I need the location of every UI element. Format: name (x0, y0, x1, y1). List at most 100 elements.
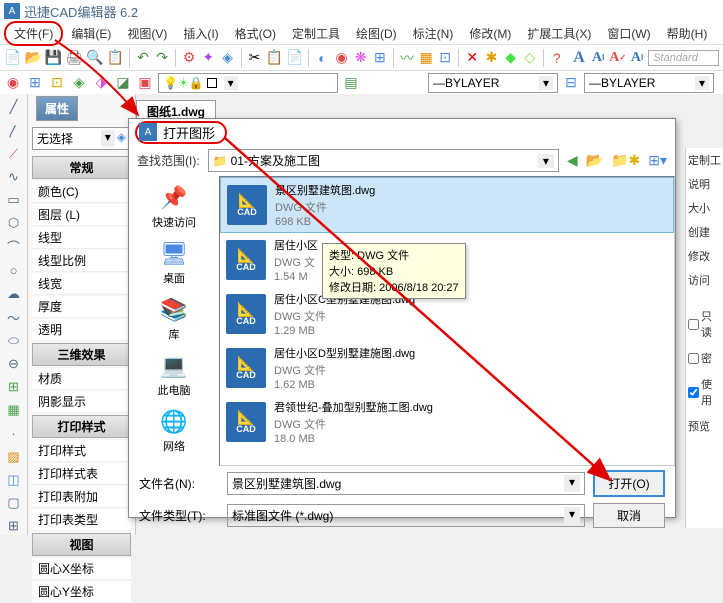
prop-transparency[interactable]: 透明 (32, 319, 131, 341)
copy-icon[interactable]: 📋 (266, 49, 283, 67)
erase-icon[interactable]: 〰 (399, 49, 415, 67)
font-a3-icon[interactable]: A✓ (609, 49, 626, 67)
prop-lineweight[interactable]: 线宽 (32, 273, 131, 295)
prop-plottype[interactable]: 打印表类型 (32, 509, 131, 531)
readonly-checkbox[interactable]: 只读 (686, 304, 723, 344)
place-net[interactable]: 🌐 网络 (156, 408, 192, 454)
file-item[interactable]: CAD 居住小区D型别墅建施图.dwg DWG 文件 1.62 MB (220, 341, 674, 395)
redo-icon[interactable]: ↷ (154, 49, 170, 67)
hatch-icon[interactable]: ▨ (5, 448, 23, 465)
prop-plotstyle[interactable]: 打印样式 (32, 440, 131, 462)
prop-thickness[interactable]: 厚度 (32, 296, 131, 318)
place-pc[interactable]: 💻 此电脑 (156, 352, 192, 398)
tool10-icon[interactable]: ◆ (503, 49, 519, 67)
tool4-icon[interactable]: ◉ (334, 49, 350, 67)
prop-plottable[interactable]: 打印样式表 (32, 463, 131, 485)
undo-icon[interactable]: ↶ (135, 49, 151, 67)
layer-i8[interactable]: ▤ (342, 74, 360, 92)
tool8-icon[interactable]: ⊡ (437, 49, 453, 67)
filetype-combo[interactable]: 标准图文件 (*.dwg) ▾ (227, 504, 585, 527)
font-a1-icon[interactable]: A (571, 49, 587, 67)
cloud-icon[interactable]: ☁ (5, 285, 23, 302)
table-icon[interactable]: ⊞ (5, 518, 23, 535)
prop-centery[interactable]: 圆心Y坐标 (32, 581, 131, 603)
menu-help[interactable]: 帮助(H) (659, 23, 716, 44)
lookin-combo[interactable]: 📁 01-方案及施工图 ▾ (208, 149, 559, 172)
file-item[interactable]: CAD 君领世纪-叠加型别墅施工图.dwg DWG 文件 18.0 MB (220, 395, 674, 449)
menu-ext[interactable]: 扩展工具(X) (519, 23, 599, 44)
file-item[interactable]: CAD 景区别墅建筑图.dwg DWG 文件 698 KB (220, 177, 674, 233)
save-icon[interactable]: 💾 (45, 49, 62, 67)
layer-i4[interactable]: ◈ (70, 74, 88, 92)
circle-icon[interactable]: ○ (5, 262, 23, 279)
layer-i1[interactable]: ◉ (4, 74, 22, 92)
gradient-icon[interactable]: ◫ (5, 471, 23, 488)
block-icon[interactable]: ▦ (5, 402, 23, 419)
nav-back-icon[interactable]: ◀ (567, 152, 578, 169)
preview-icon[interactable]: 🔍 (86, 49, 103, 67)
arc-icon[interactable]: ⟋ (5, 145, 23, 162)
lineweight-combo[interactable]: — BYLAYER ▾ (584, 73, 714, 93)
tool9-icon[interactable]: ✱ (483, 49, 499, 67)
linetype-combo[interactable]: — BYLAYER ▾ (428, 73, 558, 93)
prop-centerx[interactable]: 圆心X坐标 (32, 558, 131, 580)
prop-plotattach[interactable]: 打印表附加 (32, 486, 131, 508)
prop-shadow[interactable]: 阴影显示 (32, 391, 131, 413)
settings-icon[interactable]: ⚙ (181, 49, 197, 67)
cancel-button[interactable]: 取消 (593, 503, 665, 528)
tool6-icon[interactable]: ⊞ (372, 49, 388, 67)
menu-insert[interactable]: 插入(I) (175, 23, 226, 44)
use-checkbox[interactable]: 使用 (686, 372, 723, 412)
print-icon[interactable]: 🖨 (65, 49, 83, 67)
open-button[interactable]: 打开(O) (593, 470, 665, 497)
menu-view[interactable]: 视图(V) (119, 23, 175, 44)
arc2-icon[interactable]: ⌒ (5, 238, 23, 256)
paste-icon[interactable]: 📄 (286, 49, 303, 67)
nav-new-icon[interactable]: 📁✱ (611, 152, 640, 169)
ellipse-arc-icon[interactable]: ⊖ (5, 356, 23, 373)
menu-annotate[interactable]: 标注(N) (405, 23, 462, 44)
nav-up-icon[interactable]: 📂 (586, 152, 603, 169)
menu-draw[interactable]: 绘图(D) (348, 23, 405, 44)
place-quick[interactable]: 📌 快速访问 (152, 184, 196, 230)
help-icon[interactable]: ? (549, 49, 565, 67)
insert-icon[interactable]: ⊞ (5, 379, 23, 396)
close-icon[interactable]: ✕ (464, 49, 480, 67)
tool2-icon[interactable]: ◈ (219, 49, 235, 67)
layer-i2[interactable]: ⊞ (26, 74, 44, 92)
tool1-icon[interactable]: ✦ (200, 49, 216, 67)
export-icon[interactable]: 📋 (107, 49, 124, 67)
properties-tab[interactable]: 属性 (36, 96, 78, 121)
place-lib[interactable]: 📚 库 (156, 296, 192, 342)
ellipse-icon[interactable]: ⬭ (5, 332, 23, 349)
font-a4-icon[interactable]: AI (629, 49, 645, 67)
prop-material[interactable]: 材质 (32, 368, 131, 390)
rectangle-icon[interactable]: ▭ (5, 192, 23, 209)
menu-edit[interactable]: 编辑(E) (63, 23, 119, 44)
layer-color-combo[interactable]: 💡☀🔒 ▾ (158, 73, 338, 93)
dense-checkbox[interactable]: 密 (686, 346, 723, 370)
file-list[interactable]: CAD 景区别墅建筑图.dwg DWG 文件 698 KB CAD 居住小区 D… (219, 176, 675, 466)
spline-icon[interactable]: ∿ (5, 168, 23, 185)
layer-i9[interactable]: ⊟ (562, 74, 580, 92)
prop-ltscale[interactable]: 线型比例 (32, 250, 131, 272)
tool3-icon[interactable]: ◐ (314, 49, 330, 67)
tool7-icon[interactable]: ▦ (418, 49, 434, 67)
layer-i5[interactable]: ⬗ (92, 74, 110, 92)
menu-window[interactable]: 窗口(W) (599, 23, 658, 44)
line-icon[interactable]: ╱ (5, 98, 23, 115)
prop-color[interactable]: 颜色(C) (32, 181, 131, 203)
layer-i3[interactable]: ⊡ (48, 74, 66, 92)
layer-i6[interactable]: ◪ (114, 74, 132, 92)
tool5-icon[interactable]: ❋ (353, 49, 369, 67)
font-a2-icon[interactable]: AI (590, 49, 606, 67)
prop-layer[interactable]: 图层 (L) (32, 204, 131, 226)
layer-i7[interactable]: ▣ (136, 74, 154, 92)
menu-file[interactable]: 文件(F) (4, 21, 63, 46)
menu-format[interactable]: 格式(O) (227, 23, 284, 44)
polygon-icon[interactable]: ⬡ (5, 215, 23, 232)
prop-linetype[interactable]: 线型 (32, 227, 131, 249)
spline2-icon[interactable]: 〜 (5, 308, 23, 326)
tool11-icon[interactable]: ◇ (522, 49, 538, 67)
selection-combo[interactable]: 无选择 ▾ ◈ (32, 127, 131, 150)
